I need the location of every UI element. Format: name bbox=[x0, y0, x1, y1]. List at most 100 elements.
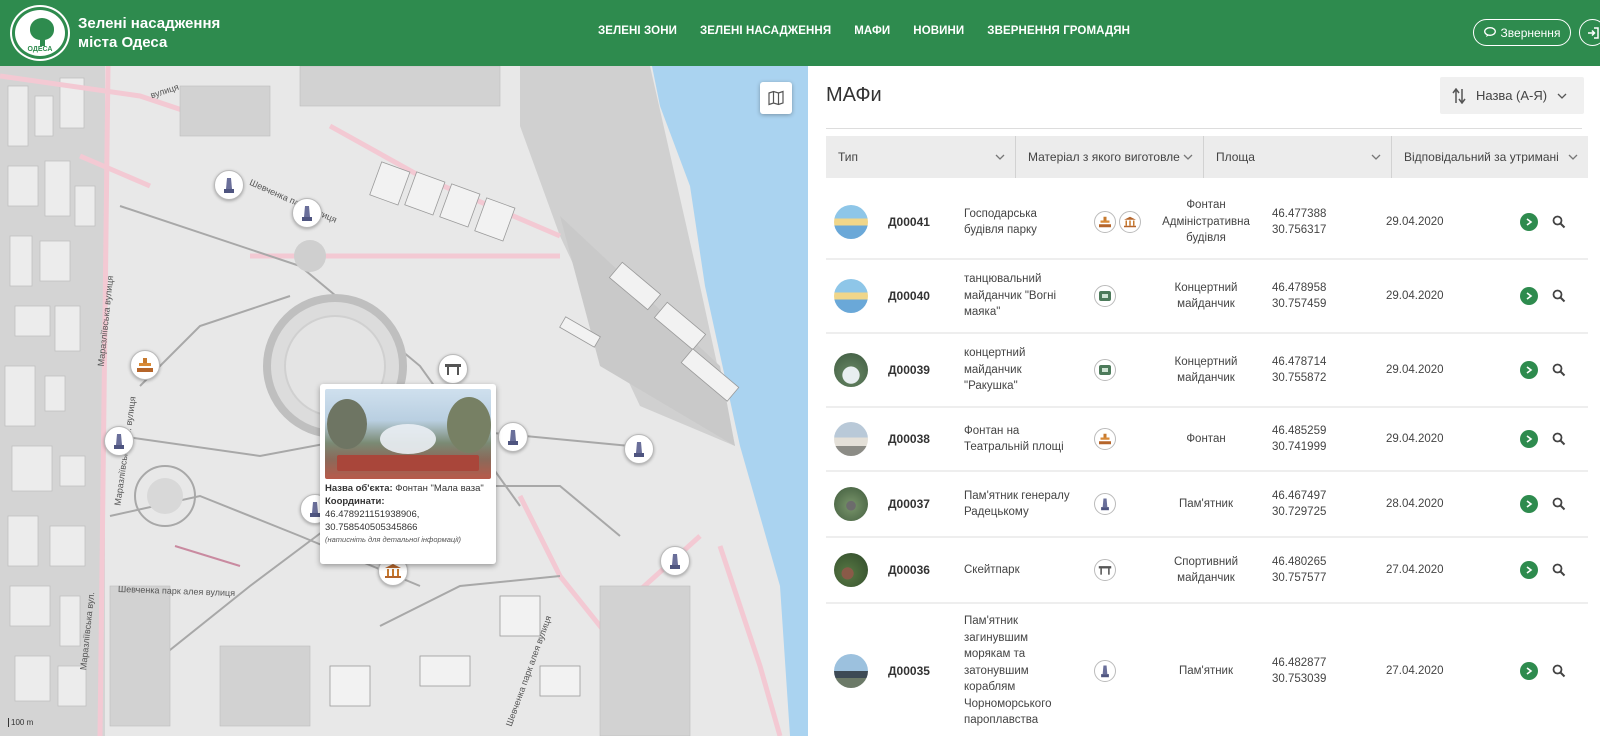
item-type: Пам'ятник bbox=[1178, 497, 1234, 510]
list-item[interactable]: Д00038 Фонтан на Театральній площі Фонта… bbox=[826, 408, 1588, 472]
item-thumbnail bbox=[834, 654, 868, 688]
item-thumbnail bbox=[834, 353, 868, 387]
item-type: Фонтан bbox=[1186, 432, 1226, 445]
popup-coords-line1: 46.478921151938906, bbox=[325, 509, 420, 520]
filter-type[interactable]: Тип bbox=[826, 136, 1016, 178]
item-thumbnail bbox=[834, 487, 868, 521]
monument-icon bbox=[1094, 493, 1116, 515]
item-type: Фонтан Адміністративна будівля bbox=[1162, 199, 1250, 245]
item-name: танцювальний майданчик "Вогні маяка" bbox=[964, 273, 1057, 319]
list-item[interactable]: Д00035 Пам'ятник загинувшим морякам та з… bbox=[826, 604, 1588, 736]
nav-mafs[interactable]: МАФИ bbox=[854, 25, 890, 37]
monument-icon bbox=[224, 178, 234, 193]
popup-coords-line2: 30.758540505345866 bbox=[325, 522, 418, 533]
open-item-button[interactable] bbox=[1520, 287, 1538, 305]
open-item-button[interactable] bbox=[1520, 561, 1538, 579]
sign-in-icon bbox=[1587, 26, 1599, 39]
search-icon[interactable] bbox=[1552, 215, 1566, 229]
open-item-button[interactable] bbox=[1520, 213, 1538, 231]
map-layer-button[interactable] bbox=[760, 82, 792, 114]
nav-green-plantings[interactable]: ЗЕЛЕНІ НАСАДЖЕННЯ bbox=[700, 25, 831, 37]
item-name: Скейтпарк bbox=[964, 563, 1020, 576]
fountain-photo bbox=[325, 389, 491, 479]
sort-dropdown[interactable]: Назва (А-Я) bbox=[1440, 77, 1584, 114]
filter-responsible[interactable]: Відповідальний за утримані bbox=[1392, 136, 1588, 178]
search-icon[interactable] bbox=[1552, 563, 1566, 577]
nav-green-zones[interactable]: ЗЕЛЕНІ ЗОНИ bbox=[598, 25, 677, 37]
item-code: Д00040 bbox=[888, 289, 930, 303]
popup-hint: (натисніть для детальної інформації) bbox=[325, 535, 462, 544]
list-item[interactable]: Д00036 Скейтпарк Спортивний майданчик 46… bbox=[826, 538, 1588, 604]
popup-name-value: Фонтан "Мала ваза" bbox=[395, 483, 484, 494]
chevron-down-icon bbox=[1371, 154, 1381, 160]
site-title-line2: міста Одеса bbox=[78, 34, 168, 51]
object-popup[interactable]: Назва об'єкта: Фонтан "Мала ваза" Коорди… bbox=[320, 384, 496, 564]
item-code: Д00035 bbox=[888, 664, 930, 678]
map-marker-monument[interactable] bbox=[660, 546, 690, 576]
filter-material[interactable]: Матеріал з якого виготовле bbox=[1016, 136, 1204, 178]
item-date: 29.04.2020 bbox=[1386, 216, 1444, 228]
list-item[interactable]: Д00037 Пам'ятник генералу Радецькому Пам… bbox=[826, 472, 1588, 538]
item-coordinates: 46.482877 30.753039 bbox=[1272, 656, 1327, 686]
chevron-down-icon bbox=[1183, 154, 1193, 160]
nav-news[interactable]: НОВИНИ bbox=[913, 25, 964, 37]
stage-icon bbox=[1094, 359, 1116, 381]
item-type: Пам'ятник bbox=[1178, 664, 1234, 677]
nav-citizen-appeals[interactable]: ЗВЕРНЕННЯ ГРОМАДЯН bbox=[987, 25, 1130, 37]
item-thumbnail bbox=[834, 279, 868, 313]
chevron-right-icon bbox=[1526, 366, 1533, 374]
map-icon bbox=[768, 90, 784, 106]
chat-icon bbox=[1483, 27, 1496, 37]
filter-bar: Тип Матеріал з якого виготовле Площа Від… bbox=[826, 136, 1588, 178]
map-marker-monument[interactable] bbox=[624, 434, 654, 464]
maf-list: Д00041 Господарська будівля парку Фонтан… bbox=[826, 186, 1588, 736]
popup-coords-label: Координати: bbox=[325, 496, 385, 507]
filter-area[interactable]: Площа bbox=[1204, 136, 1392, 178]
item-coordinates: 46.477388 30.756317 bbox=[1272, 207, 1327, 237]
map-marker-fountain[interactable] bbox=[130, 350, 160, 380]
item-date: 29.04.2020 bbox=[1386, 433, 1444, 445]
appeal-button[interactable]: Звернення bbox=[1473, 19, 1571, 46]
map-marker-monument[interactable] bbox=[292, 198, 322, 228]
logo-text: ОДЕСА bbox=[27, 46, 53, 53]
appeal-button-label: Звернення bbox=[1500, 25, 1561, 40]
chevron-right-icon bbox=[1526, 292, 1533, 300]
search-icon[interactable] bbox=[1552, 289, 1566, 303]
item-name: Пам'ятник загинувшим морякам та затонувш… bbox=[964, 615, 1052, 727]
site-title-line1: Зелені насадження bbox=[78, 15, 221, 32]
chevron-right-icon bbox=[1526, 667, 1533, 675]
list-item[interactable]: Д00039 концертний майданчик "Ракушка" Ко… bbox=[826, 334, 1588, 408]
search-icon[interactable] bbox=[1552, 432, 1566, 446]
site-title[interactable]: Зелені насадження міста Одеса bbox=[78, 14, 220, 52]
item-type: Спортивний майданчик bbox=[1173, 555, 1239, 585]
fountain-icon bbox=[1094, 211, 1116, 233]
museum-icon bbox=[385, 564, 401, 578]
map-marker-monument[interactable] bbox=[104, 426, 134, 456]
item-code: Д00041 bbox=[888, 215, 930, 229]
item-thumbnail bbox=[834, 553, 868, 587]
open-item-button[interactable] bbox=[1520, 361, 1538, 379]
item-date: 27.04.2020 bbox=[1386, 564, 1444, 576]
open-item-button[interactable] bbox=[1520, 495, 1538, 513]
search-icon[interactable] bbox=[1552, 497, 1566, 511]
maf-list-panel: МАФи Назва (А-Я) Тип Матеріал з якого ви… bbox=[808, 66, 1600, 736]
list-item[interactable]: Д00040 танцювальний майданчик "Вогні мая… bbox=[826, 260, 1588, 334]
city-logo[interactable]: ОДЕСА bbox=[12, 7, 68, 59]
search-icon[interactable] bbox=[1552, 664, 1566, 678]
item-coordinates: 46.478714 30.755872 bbox=[1272, 355, 1327, 385]
search-icon[interactable] bbox=[1552, 363, 1566, 377]
open-item-button[interactable] bbox=[1520, 662, 1538, 680]
login-button[interactable] bbox=[1579, 19, 1600, 46]
list-item[interactable]: Д00041 Господарська будівля парку Фонтан… bbox=[826, 186, 1588, 260]
monument-icon bbox=[508, 430, 518, 445]
map-marker-sports[interactable] bbox=[438, 354, 468, 384]
map-marker-monument[interactable] bbox=[498, 422, 528, 452]
map-marker-monument[interactable] bbox=[214, 170, 244, 200]
monument-icon bbox=[114, 434, 124, 449]
open-item-button[interactable] bbox=[1520, 430, 1538, 448]
main-nav: ЗЕЛЕНІ ЗОНИ ЗЕЛЕНІ НАСАДЖЕННЯ МАФИ НОВИН… bbox=[598, 25, 1153, 37]
chevron-down-icon bbox=[1568, 154, 1578, 160]
map-view[interactable]: вулиця Маразліївська вулиця Шевченка пар… bbox=[0, 66, 808, 736]
item-thumbnail bbox=[834, 205, 868, 239]
fountain-icon bbox=[1094, 428, 1116, 450]
